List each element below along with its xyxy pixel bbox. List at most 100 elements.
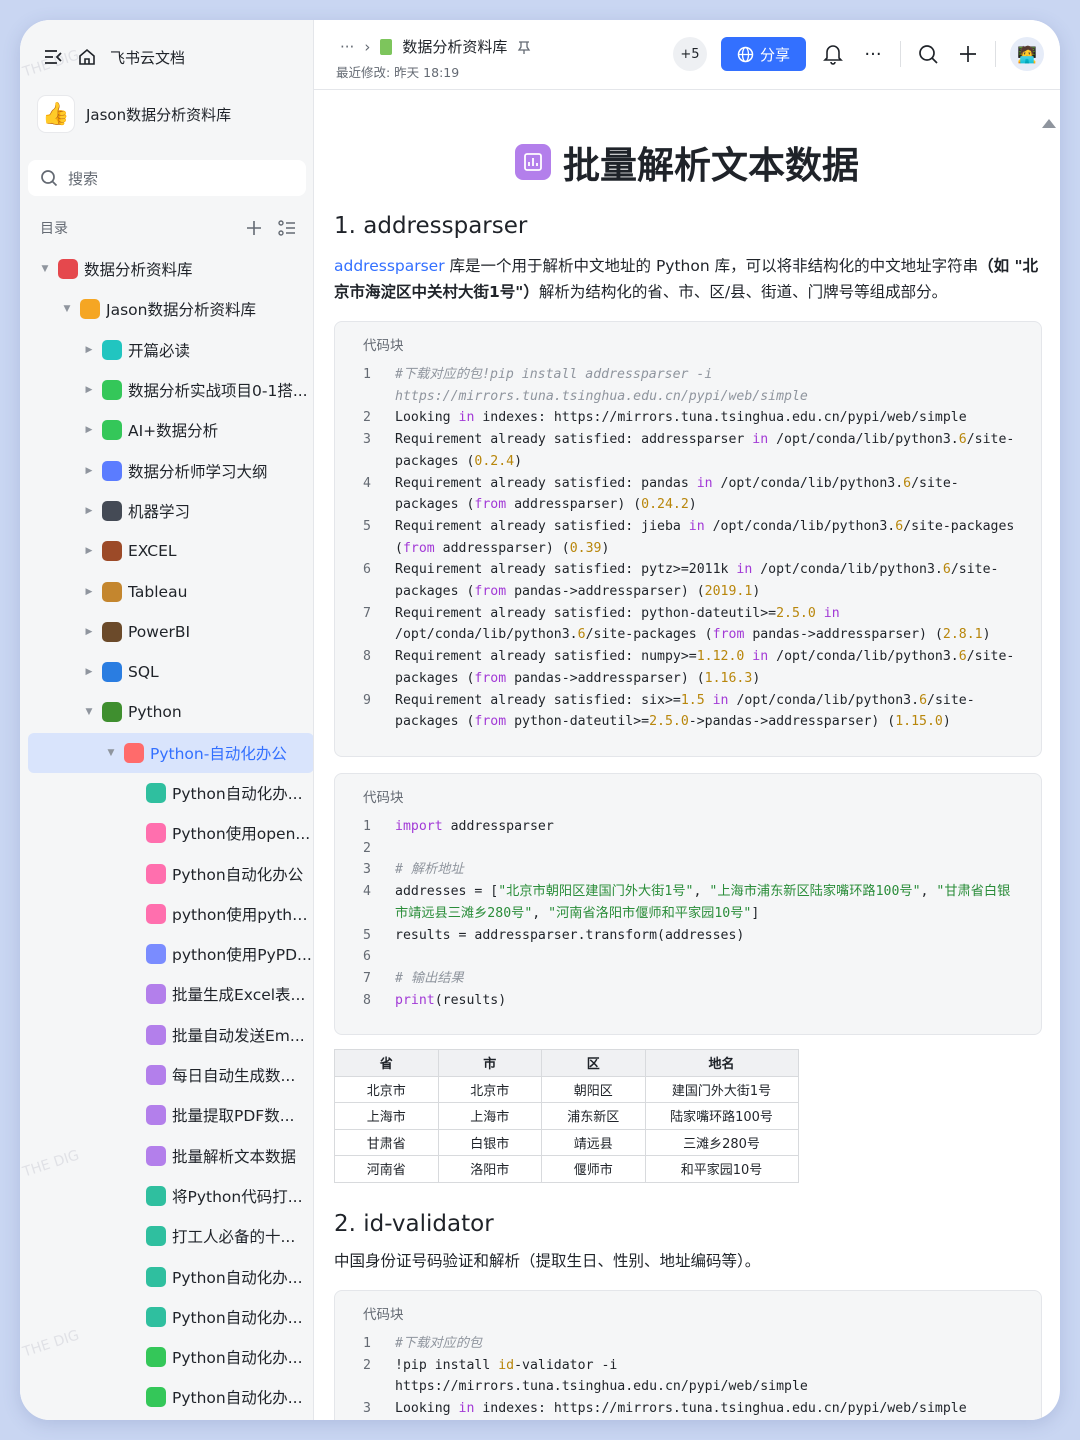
line-number: 5 [363,518,371,534]
sidebar-item[interactable]: 将Python代码打... [28,1176,313,1216]
line-number: 1 [363,819,371,834]
expand-arrow-down-icon[interactable]: ▼ [82,707,96,717]
sidebar-item[interactable]: python使用PyPD... [28,934,313,974]
code-line: 4 addresses = ["北京市朝阳区建国门外大街1号", "上海市浦东新区… [335,881,1041,924]
more-menu-button[interactable]: ··· [860,41,886,67]
expand-arrow-right-icon[interactable]: ▶ [82,546,96,556]
expand-arrow-right-icon[interactable]: ▶ [82,425,96,435]
code-block-3[interactable]: 代码块 1 #下载对应的包 2 !pip install id-validator -… [334,1290,1042,1420]
scroll-up-icon[interactable] [1042,119,1056,128]
addressparser-link[interactable]: addressparser [334,257,445,275]
search-icon[interactable] [915,41,941,67]
sidebar-item[interactable]: ▶ 机器学习 [28,491,313,531]
sidebar-item[interactable]: Python自动化办... [28,1256,313,1296]
sidebar-item-label: python使用pytho... [172,905,314,924]
table-cell: 和平家园10号 [644,1155,799,1183]
table-header-row: 省市区地名 [334,1049,799,1077]
app-window: 飞书云文档 👍 Jason数据分析资料库 搜索 目录 ▼ 数据分析资料库 ▼ Jaso… [20,20,1060,1420]
sidebar-item[interactable]: ▶ 数据分析实战项目0-1搭... [28,370,313,410]
expand-arrow-right-icon[interactable]: ▶ [82,345,96,355]
sidebar-item[interactable]: ▶ 开篇必读 [28,330,313,370]
sidebar-item[interactable]: Python自动化办... [28,1297,313,1337]
share-button[interactable]: 分享 [720,37,806,71]
sidebar-item[interactable]: 批量解析文本数据 [28,1136,313,1176]
code-block-1[interactable]: 代码块 1 #下载对应的包!pip install addressparser -… [334,321,1042,757]
table-cell: 甘肃省 [334,1128,439,1156]
sidebar-item[interactable]: Python自动化办公 [28,853,313,893]
sidebar-item[interactable]: Python自动化办... [28,1337,313,1377]
sidebar-item[interactable]: 打工人必备的十... [28,1216,313,1256]
table-cell: 三滩乡280号 [644,1128,799,1156]
expand-arrow-right-icon[interactable]: ▶ [82,587,96,597]
breadcrumb-more-button[interactable]: ··· [340,38,354,56]
sidebar-item[interactable]: 批量生成Excel表... [28,974,313,1014]
table-cell: 北京市 [334,1075,439,1103]
table-row: 上海市 上海市 浦东新区 陆家嘴环路100号 [334,1102,799,1130]
sidebar-item[interactable]: ▶ EXCEL [28,531,313,571]
code-text: Requirement already satisfied: six>=1.5 … [395,692,975,730]
sidebar-item[interactable]: ▶ SQL [28,652,313,692]
expand-arrow-down-icon[interactable]: ▼ [104,748,118,758]
table-cell: 建国门外大街1号 [644,1075,799,1103]
sidebar-item[interactable]: ▼ Python-自动化办公 [28,732,313,773]
bell-icon[interactable] [820,41,846,67]
expand-arrow-down-icon[interactable]: ▼ [38,264,52,274]
space-name: Jason数据分析资料库 [86,105,232,124]
code-line: 3 Requirement already satisfied: addressp… [335,429,1041,472]
code-line: 3 # 解析地址 [335,859,1041,881]
app-name[interactable]: 飞书云文档 [110,47,185,68]
expand-arrow-right-icon[interactable]: ▶ [82,385,96,395]
line-number: 4 [363,884,371,900]
code-line: 6 [335,946,1041,968]
sidebar-item[interactable]: Python使用open... [28,813,313,853]
sidebar-item[interactable]: python使用pytho... [28,894,314,934]
sidebar-item[interactable]: Python自动化办... [28,773,313,813]
expand-arrow-right-icon[interactable]: ▶ [82,466,96,476]
avatar[interactable]: 🧑‍💻 [1010,37,1044,71]
sidebar-item-label: EXCEL [128,542,177,561]
line-number: 1 [363,367,371,382]
code-lines: 1 #下载对应的包 2 !pip install id-validator -i ht… [335,1333,1041,1420]
sidebar-item[interactable]: ▶ Tableau [28,571,313,611]
sidebar-item[interactable]: ▼ Python [28,692,313,732]
collaborators-badge[interactable]: +5 [672,37,707,71]
sidebar-item[interactable]: 批量自动发送Em... [28,1015,313,1055]
doc-icon [146,1266,166,1287]
sidebar-item-label: 将Python代码打... [172,1187,303,1206]
space-header[interactable]: 👍 Jason数据分析资料库 [38,96,231,132]
plus-icon[interactable] [955,41,981,67]
expand-arrow-right-icon[interactable]: ▶ [82,667,96,677]
collapse-sidebar-icon[interactable] [42,46,64,68]
sidebar-item[interactable]: ▼ 数据分析资料库 [28,249,313,289]
line-number: 3 [363,862,371,878]
sidebar-item-label: 打工人必备的十... [172,1228,296,1247]
expand-arrow-right-icon[interactable]: ▶ [82,627,96,637]
pin-icon[interactable] [517,40,531,54]
sidebar-item[interactable]: 每日自动生成数... [28,1055,313,1095]
search-box[interactable]: 搜索 [28,160,306,196]
sidebar-item[interactable]: ▶ AI+数据分析 [28,410,313,450]
sidebar-item-label: 每日自动生成数... [172,1067,296,1086]
sidebar: 飞书云文档 👍 Jason数据分析资料库 搜索 目录 ▼ 数据分析资料库 ▼ Jaso… [20,20,314,1420]
doc-title-text: 批量解析文本数据 [563,144,859,187]
sidebar-item[interactable]: ▶ 数据分析师学习大纲 [28,450,313,490]
breadcrumb-title[interactable]: 数据分析资料库 [402,36,507,57]
table-cell: 朝阳区 [541,1075,646,1103]
sidebar-item-label: 数据分析资料库 [84,261,193,280]
add-node-icon[interactable] [246,220,262,236]
code-text: Requirement already satisfied: numpy>=1.… [395,649,1015,686]
code-block-2[interactable]: 代码块 1 import addressparser 2 3 # 解析地址 4 addre… [334,773,1042,1035]
tree-options-icon[interactable] [278,220,296,236]
home-icon[interactable] [76,46,98,68]
doc-file-icon [380,38,393,55]
expand-arrow-right-icon[interactable]: ▶ [82,506,96,516]
sidebar-item[interactable]: ▶ PowerBI [28,612,313,652]
sidebar-item[interactable]: ▼ Jason数据分析资料库 [28,289,313,329]
table-cell: 浦东新区 [541,1102,646,1130]
sidebar-item[interactable]: 批量提取PDF数... [28,1095,313,1135]
expand-arrow-down-icon[interactable]: ▼ [60,304,74,314]
sidebar-item-label: Python [128,703,182,722]
sidebar-item[interactable]: Python自动化办... [28,1377,313,1417]
